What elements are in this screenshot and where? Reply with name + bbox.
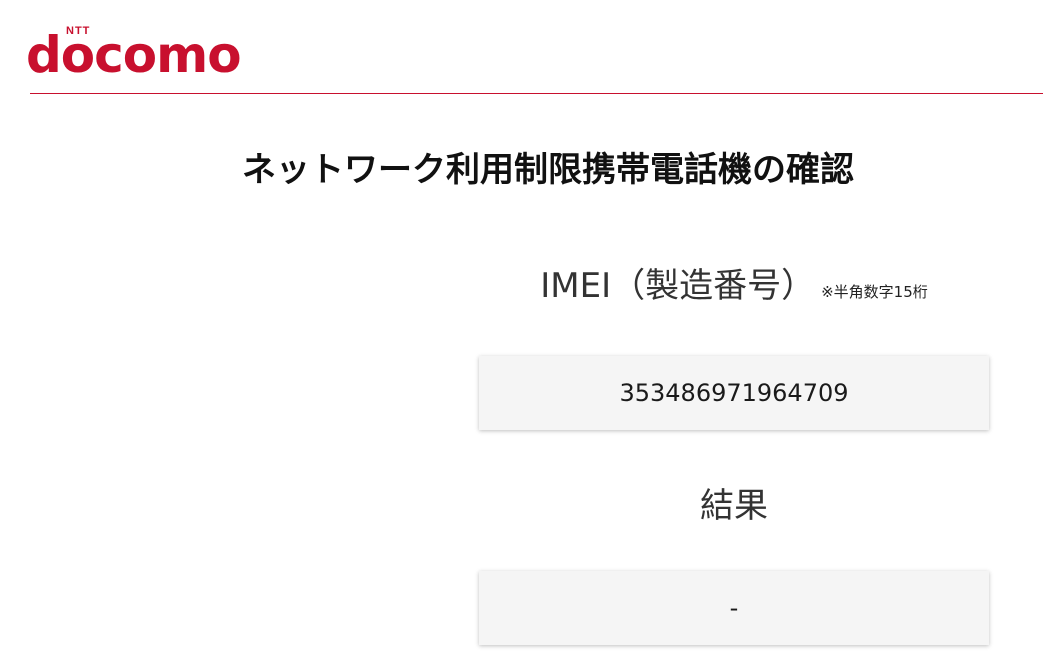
page: NTT docomo ネットワーク利用制限携帯電話機の確認 IMEI（製造番号）… bbox=[0, 0, 1043, 663]
header-divider bbox=[30, 93, 1043, 94]
page-title: ネットワーク利用制限携帯電話機の確認 bbox=[242, 150, 854, 190]
logo-wordmark: docomo bbox=[26, 26, 242, 84]
result-value-field: - bbox=[479, 571, 989, 645]
result-label: 結果 bbox=[700, 486, 768, 526]
imei-label-row: IMEI（製造番号） ※半角数字15桁 bbox=[478, 262, 990, 310]
header: NTT docomo bbox=[0, 0, 1043, 95]
docomo-logo[interactable]: NTT docomo bbox=[26, 26, 250, 82]
imei-value-field: 353486971964709 bbox=[479, 356, 989, 430]
imei-note: ※半角数字15桁 bbox=[821, 283, 928, 301]
imei-label: IMEI（製造番号） bbox=[540, 266, 816, 306]
